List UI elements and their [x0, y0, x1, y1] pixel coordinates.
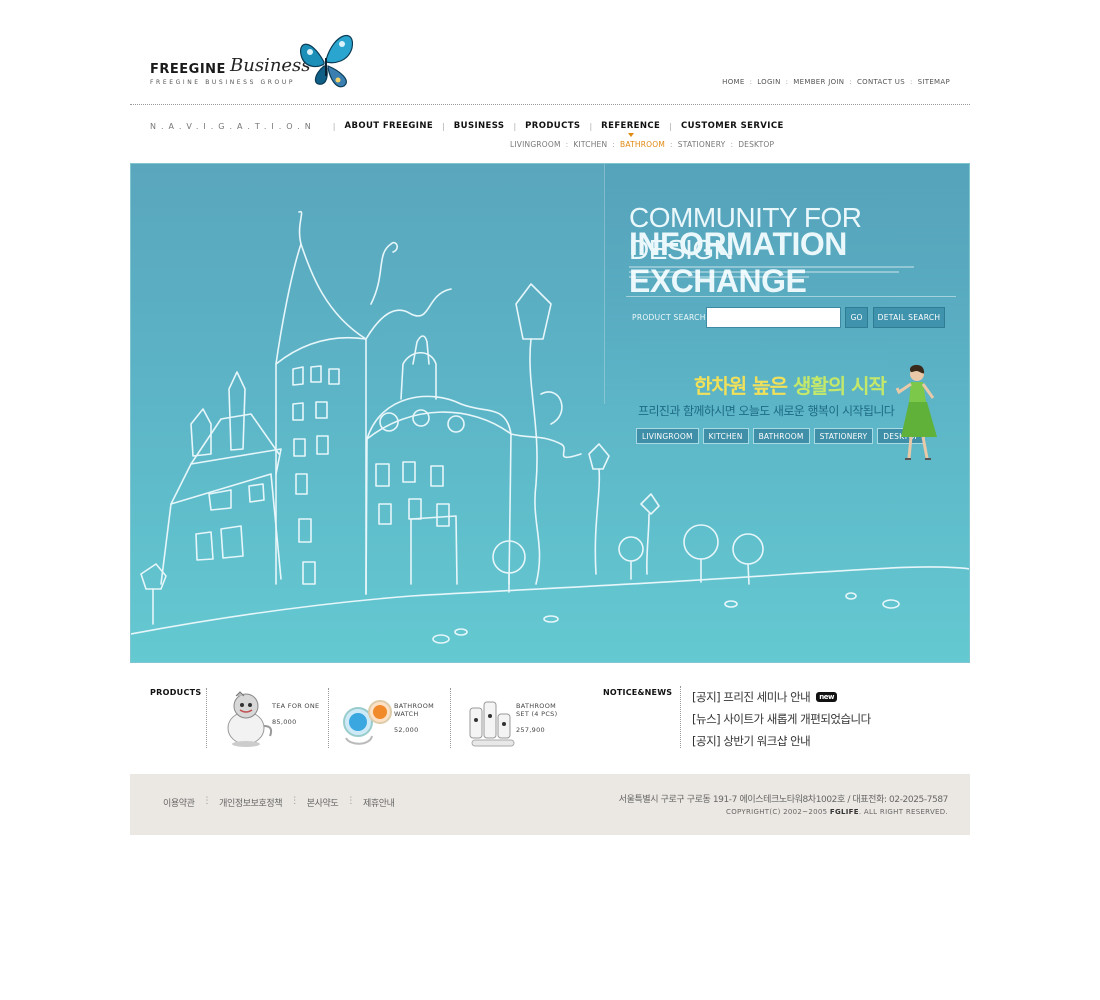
notice-list: [공지] 프리진 세미나 안내 new [뉴스] 사이트가 새롭게 개편되었습니…: [692, 686, 871, 752]
separator: :: [612, 140, 616, 149]
separator: ⋮: [290, 796, 299, 806]
product-item[interactable]: BATHROOM WATCH 52,000: [334, 688, 452, 750]
product-item[interactable]: BATHROOM SET (4 PCS) 257,900: [456, 688, 574, 750]
logo[interactable]: FREEGINE Business FREEGINE BUSINESS GROU…: [150, 28, 365, 90]
slogan-main-part1: 한차원 높은: [694, 374, 793, 398]
copyright-suffix: . ALL RIGHT RESERVED.: [858, 808, 948, 816]
sitemap-link[interactable]: SITEMAP: [918, 78, 950, 86]
hero-description-lines: [629, 266, 929, 288]
separator: |: [669, 121, 672, 131]
product-name-text: BATHROOM SET (4 PCS): [516, 702, 558, 718]
separator: :: [749, 78, 753, 86]
separator: ⋮: [346, 796, 355, 806]
category-kitchen-button[interactable]: KITCHEN: [702, 428, 749, 444]
woman-photo: [895, 364, 937, 460]
partnership-link[interactable]: 제휴안내: [363, 796, 395, 809]
subnav-desktop[interactable]: DESKTOP: [738, 140, 774, 149]
logo-tagline: FREEGINE BUSINESS GROUP: [150, 79, 296, 86]
product-name: BATHROOM SET (4 PCS) 257,900: [516, 694, 557, 734]
subnav-bathroom[interactable]: BATHROOM: [620, 140, 665, 149]
subnav-livingroom[interactable]: LIVINGROOM: [510, 140, 561, 149]
separator: :: [785, 78, 789, 86]
navigation-label: N.A.V.I.G.A.T.I.O.N: [150, 121, 316, 131]
product-price: 257,900: [516, 726, 545, 734]
login-link[interactable]: LOGIN: [757, 78, 780, 86]
separator: :: [670, 140, 673, 149]
products-title: PRODUCTS: [150, 688, 202, 697]
divider: [328, 688, 329, 748]
sub-navigation: LIVINGROOM : KITCHEN : BATHROOM : STATIO…: [510, 140, 774, 149]
header-divider: [130, 104, 970, 105]
divider: [206, 688, 207, 748]
separator: :: [849, 78, 852, 86]
separator: |: [513, 121, 517, 131]
nav-about-freegine[interactable]: ABOUT FREEGINE: [345, 121, 434, 131]
separator: |: [332, 121, 336, 131]
subnav-kitchen[interactable]: KITCHEN: [573, 140, 607, 149]
detail-search-button[interactable]: DETAIL SEARCH: [873, 307, 945, 328]
separator: :: [565, 140, 569, 149]
product-name: BATHROOM WATCH 52,000: [394, 694, 434, 734]
nav-business[interactable]: BUSINESS: [454, 121, 505, 131]
copyright-brand: FGLIFE: [829, 808, 859, 816]
terms-link[interactable]: 이용약관: [163, 796, 195, 809]
product-name-text: TEA FOR ONE: [272, 702, 320, 710]
separator: ⋮: [202, 796, 212, 806]
product-price: 85,000: [272, 718, 297, 726]
product-item[interactable]: TEA FOR ONE 85,000: [212, 688, 330, 750]
divider: [450, 688, 451, 748]
copyright-prefix: COPYRIGHT(C) 2002~2005: [726, 808, 830, 816]
top-links: HOME : LOGIN : MEMBER JOIN : CONTACT US …: [722, 78, 950, 86]
member-join-link[interactable]: MEMBER JOIN: [793, 78, 844, 86]
category-buttons: LIVINGROOM KITCHEN BATHROOM STATIONERY D…: [636, 428, 926, 444]
copyright: COPYRIGHT(C) 2002~2005 FGLIFE. ALL RIGHT…: [726, 808, 948, 816]
category-stationery-button[interactable]: STATIONERY: [813, 428, 874, 444]
product-price: 52,000: [394, 726, 419, 734]
notice-item[interactable]: [공지] 상반기 워크샵 안내: [692, 730, 871, 752]
company-address: 서울특별시 구로구 구로동 191-7 에이스테크노타워8차1002호 / 대표…: [618, 795, 949, 805]
office-map-link[interactable]: 본사약도: [307, 796, 339, 809]
notice-item-text[interactable]: [뉴스] 사이트가 새롭게 개편되었습니다: [692, 711, 871, 727]
nav-reference[interactable]: REFERENCE: [601, 121, 660, 137]
product-search-input[interactable]: [706, 307, 841, 328]
subnav-stationery[interactable]: STATIONERY: [678, 140, 726, 149]
main-navigation: N.A.V.I.G.A.T.I.O.N | ABOUT FREEGINE | B…: [150, 120, 784, 137]
slogan-main: 한차원 높은 생활의 시작: [694, 370, 887, 399]
bathroom-watch-icon: [343, 700, 392, 745]
slogan-sub: 프리진과 함께하시면 오늘도 새로운 행복이 시작됩니다: [638, 404, 895, 418]
logo-brand: FREEGINE: [150, 62, 226, 77]
notice-item-text[interactable]: [공지] 프리진 세미나 안내: [692, 689, 811, 705]
nav-customer-service[interactable]: CUSTOMER SERVICE: [681, 121, 784, 131]
butterfly-icon: [300, 34, 354, 88]
privacy-policy-link[interactable]: 개인정보보호정책: [219, 796, 282, 809]
notice-item-text[interactable]: [공지] 상반기 워크샵 안내: [692, 733, 811, 749]
footer-links: 이용약관 ⋮ 개인정보보호정책 ⋮ 본사약도 ⋮ 제휴안내: [163, 796, 395, 809]
product-name: TEA FOR ONE 85,000: [272, 694, 319, 726]
home-link[interactable]: HOME: [722, 78, 744, 86]
product-name-text: BATHROOM WATCH: [394, 702, 435, 718]
category-livingroom-button[interactable]: LIVINGROOM: [636, 428, 699, 444]
hero-banner: COMMUNITY FOR DESIGN INFORMATION EXCHANG…: [130, 163, 970, 663]
separator: :: [730, 140, 734, 149]
contact-us-link[interactable]: CONTACT US: [857, 78, 905, 86]
separator: |: [589, 121, 593, 131]
notice-item[interactable]: [공지] 프리진 세미나 안내 new: [692, 686, 871, 708]
slogan-main-part2: 생활의 시작: [792, 374, 887, 398]
teapot-icon: [227, 691, 273, 747]
bathroom-set-icon: [469, 701, 515, 747]
new-badge: new: [816, 692, 837, 702]
divider: [680, 686, 681, 748]
notice-news-title: NOTICE&NEWS: [603, 688, 673, 697]
nav-products[interactable]: PRODUCTS: [525, 121, 580, 131]
notice-item[interactable]: [뉴스] 사이트가 새롭게 개편되었습니다: [692, 708, 871, 730]
go-button[interactable]: GO: [845, 307, 868, 328]
hero-divider: [626, 296, 956, 297]
footer: 이용약관 ⋮ 개인정보보호정책 ⋮ 본사약도 ⋮ 제휴안내 서울특별시 구로구 …: [130, 774, 970, 835]
separator: |: [442, 121, 445, 131]
category-bathroom-button[interactable]: BATHROOM: [752, 428, 810, 444]
hero-headline-2: INFORMATION EXCHANGE: [629, 226, 847, 299]
search-label: PRODUCT SEARCH: [632, 313, 706, 322]
separator: :: [909, 78, 913, 86]
